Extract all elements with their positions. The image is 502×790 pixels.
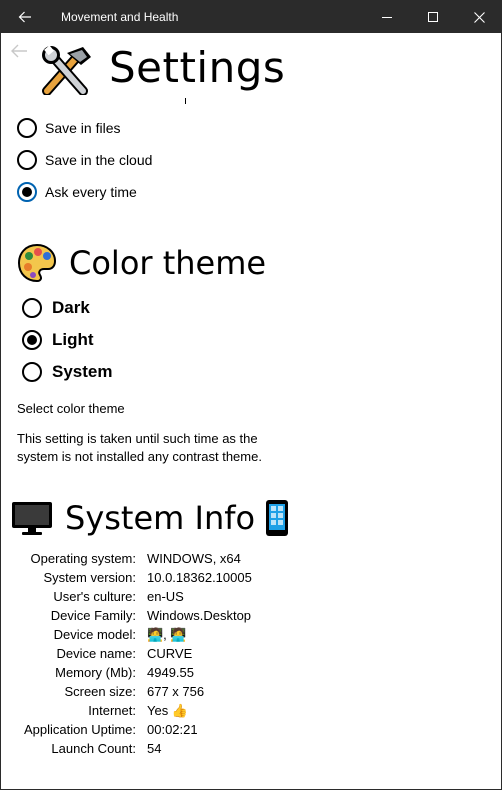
info-value: en-US bbox=[147, 589, 184, 604]
radio-button-selected[interactable] bbox=[17, 182, 37, 202]
info-key: Launch Count: bbox=[51, 741, 136, 756]
info-key: System version: bbox=[43, 570, 136, 585]
color-theme-caption: Select color theme bbox=[17, 401, 125, 416]
title-bar: Movement and Health bbox=[1, 1, 501, 33]
info-row-memory: Memory (Mb): 4949.55 bbox=[1, 665, 501, 684]
info-row-screen: Screen size: 677 x 756 bbox=[1, 684, 501, 703]
info-value: Windows.Desktop bbox=[147, 608, 252, 623]
color-theme-note-line1: This setting is taken until such time as… bbox=[17, 431, 258, 446]
info-key: Screen size: bbox=[64, 684, 136, 699]
info-key: Device name: bbox=[56, 646, 136, 661]
info-value: 677 x 756 bbox=[147, 684, 205, 699]
info-row-internet: Internet: Yes 👍 bbox=[1, 703, 501, 722]
maximize-button[interactable] bbox=[410, 1, 456, 33]
info-row-uptime: Application Uptime: 00:02:21 bbox=[1, 722, 501, 741]
palette-icon bbox=[17, 243, 57, 283]
color-theme-title: Color theme bbox=[69, 244, 267, 282]
save-option-cloud[interactable]: Save in the cloud bbox=[17, 150, 152, 170]
info-key: Device model: bbox=[53, 627, 136, 642]
theme-option-dark[interactable]: Dark bbox=[22, 298, 90, 318]
info-row-culture: User's culture: en-US bbox=[1, 589, 501, 608]
tools-icon bbox=[42, 45, 91, 95]
settings-header: Settings bbox=[37, 43, 337, 97]
minimize-icon bbox=[382, 17, 392, 18]
titlebar-back-button[interactable] bbox=[1, 1, 49, 33]
radio-button[interactable] bbox=[17, 118, 37, 138]
radio-label: Dark bbox=[52, 298, 90, 317]
color-theme-header: Color theme bbox=[17, 243, 266, 283]
info-row-name: Device name: CURVE bbox=[1, 646, 501, 665]
info-value: CURVE bbox=[147, 646, 193, 661]
close-button[interactable] bbox=[456, 1, 501, 33]
maximize-icon bbox=[428, 12, 438, 22]
save-option-files[interactable]: Save in files bbox=[17, 118, 120, 138]
monitor-icon bbox=[12, 502, 52, 535]
info-row-version: System version: 10.0.18362.10005 bbox=[1, 570, 501, 589]
info-row-launch-count: Launch Count: 54 bbox=[1, 741, 501, 760]
info-value: 🧑‍💻, 🧑‍💻 bbox=[147, 627, 187, 642]
radio-label: Light bbox=[52, 330, 94, 349]
page-back-button[interactable] bbox=[9, 43, 33, 65]
info-key: Application Uptime: bbox=[24, 722, 136, 737]
info-row-model: Device model: 🧑‍💻, 🧑‍💻 bbox=[1, 627, 501, 646]
system-info-header: System Info bbox=[11, 499, 289, 537]
save-option-ask[interactable]: Ask every time bbox=[17, 182, 137, 202]
info-key: Device Family: bbox=[50, 608, 136, 623]
system-info-title: System Info bbox=[65, 499, 256, 537]
phone-icon bbox=[266, 500, 289, 536]
back-arrow-icon bbox=[11, 44, 27, 58]
radio-label: System bbox=[52, 362, 113, 381]
radio-label: Save in files bbox=[45, 120, 121, 136]
info-value: 00:02:21 bbox=[147, 722, 198, 737]
theme-option-light[interactable]: Light bbox=[22, 330, 94, 350]
radio-button[interactable] bbox=[22, 362, 42, 382]
info-value: 54 bbox=[147, 741, 162, 756]
radio-label: Save in the cloud bbox=[45, 152, 153, 168]
info-row-os: Operating system: WINDOWS, x64 bbox=[1, 551, 501, 570]
info-key: Internet: bbox=[88, 703, 136, 718]
theme-option-system[interactable]: System bbox=[22, 362, 112, 382]
app-window: Movement and Health Settings Save in fil… bbox=[0, 0, 502, 790]
radio-button[interactable] bbox=[17, 150, 37, 170]
radio-label: Ask every time bbox=[45, 184, 137, 200]
divider-tick bbox=[185, 98, 186, 104]
info-key: Operating system: bbox=[30, 551, 137, 566]
color-theme-note-line2: system is not installed any contrast the… bbox=[17, 449, 262, 464]
radio-button-selected[interactable] bbox=[22, 330, 42, 350]
info-row-family: Device Family: Windows.Desktop bbox=[1, 608, 501, 627]
info-value: 4949.55 bbox=[147, 665, 194, 680]
info-value: 10.0.18362.10005 bbox=[147, 570, 252, 585]
info-value: Yes 👍 bbox=[147, 703, 189, 718]
window-title: Movement and Health bbox=[61, 10, 179, 24]
info-key: Memory (Mb): bbox=[55, 665, 136, 680]
back-arrow-icon bbox=[18, 11, 31, 23]
page-title: Settings bbox=[109, 43, 286, 92]
minimize-button[interactable] bbox=[364, 1, 410, 33]
info-value: WINDOWS, x64 bbox=[147, 551, 241, 566]
close-icon bbox=[473, 11, 485, 23]
radio-button[interactable] bbox=[22, 298, 42, 318]
info-key: User's culture: bbox=[53, 589, 136, 604]
